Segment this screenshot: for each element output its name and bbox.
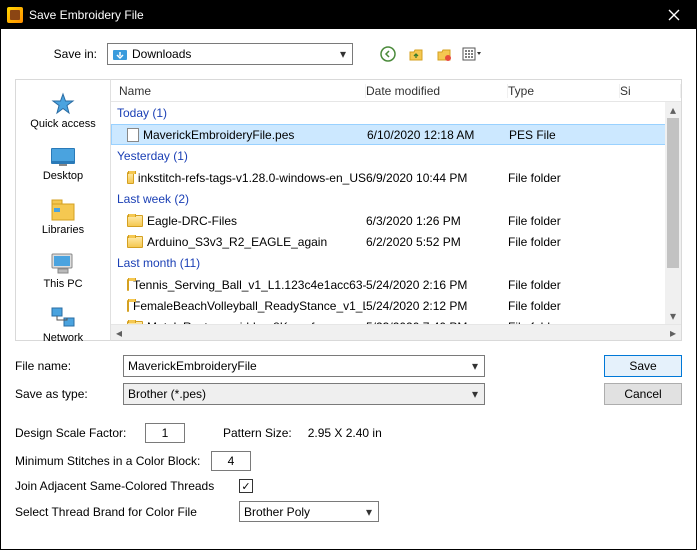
header-type[interactable]: Type [508, 84, 620, 98]
view-menu-button[interactable] [461, 43, 483, 65]
header-name[interactable]: Name [111, 84, 366, 98]
downloads-icon [112, 46, 128, 62]
folder-icon [127, 300, 129, 312]
scroll-up-button[interactable]: ▴ [665, 102, 681, 118]
places-sidebar: Quick access Desktop Libraries This PC N… [15, 79, 111, 341]
save-in-value: Downloads [132, 47, 334, 61]
join-threads-label: Join Adjacent Same-Colored Threads [15, 479, 229, 493]
chevron-down-icon[interactable]: ▾ [466, 387, 484, 401]
vertical-scrollbar[interactable]: ▴ ▾ [665, 102, 681, 324]
file-name: MaverickEmbroideryFile.pes [143, 128, 294, 142]
pattern-size-value: 2.95 X 2.40 in [308, 426, 382, 440]
file-row[interactable]: inkstitch-refs-tags-v1.28.0-windows-en_U… [111, 167, 681, 188]
folder-icon [127, 172, 134, 184]
file-type: File folder [508, 299, 620, 313]
file-date: 6/2/2020 5:52 PM [366, 235, 508, 249]
savetype-label: Save as type: [15, 387, 115, 401]
file-type: File folder [508, 278, 620, 292]
file-date: 5/23/2020 7:40 PM [366, 320, 508, 325]
app-icon [7, 7, 23, 23]
header-date[interactable]: Date modified [366, 84, 508, 98]
back-button[interactable] [377, 43, 399, 65]
filename-input[interactable]: MaverickEmbroideryFile ▾ [123, 355, 485, 377]
sidebar-item-this-pc[interactable]: This PC [43, 248, 82, 294]
file-row[interactable]: Metal_Rusty_ucujddrn_8K_surface_ms 5/23/2… [111, 316, 681, 324]
min-stitches-input[interactable] [211, 451, 251, 471]
column-headers[interactable]: Name Date modified Type Si [111, 80, 681, 102]
savetype-dropdown[interactable]: Brother (*.pes) ▾ [123, 383, 485, 405]
star-icon [49, 92, 77, 116]
file-type: File folder [508, 214, 620, 228]
file-row[interactable]: Arduino_S3v3_R2_EAGLE_again 6/2/2020 5:52… [111, 231, 681, 252]
file-name: Tennis_Serving_Ball_v1_L1.123c4e1acc63-f… [133, 278, 366, 292]
file-type: File folder [508, 235, 620, 249]
scroll-right-button[interactable]: ▸ [665, 326, 681, 340]
file-name: Metal_Rusty_ucujddrn_8K_surface_ms [147, 320, 356, 325]
cancel-button[interactable]: Cancel [604, 383, 682, 405]
file-row[interactable]: Tennis_Serving_Ball_v1_L1.123c4e1acc63-f… [111, 274, 681, 295]
scale-factor-label: Design Scale Factor: [15, 426, 135, 440]
file-type: File folder [508, 171, 620, 185]
chevron-down-icon[interactable]: ▾ [466, 359, 484, 373]
folder-icon [127, 321, 143, 325]
desktop-icon [49, 146, 77, 168]
save-in-dropdown[interactable]: Downloads ▾ [107, 43, 353, 65]
save-in-label: Save in: [15, 47, 97, 61]
filename-label: File name: [15, 359, 115, 373]
sidebar-item-network[interactable]: Network [43, 302, 83, 348]
file-name: inkstitch-refs-tags-v1.28.0-windows-en_U… [138, 171, 366, 185]
window-title: Save Embroidery File [29, 8, 652, 22]
file-type: File folder [508, 320, 620, 325]
file-name: FemaleBeachVolleyball_ReadyStance_v1_L1.… [133, 299, 366, 313]
up-button[interactable] [405, 43, 427, 65]
thread-brand-label: Select Thread Brand for Color File [15, 505, 229, 519]
file-name: Eagle-DRC-Files [147, 214, 237, 228]
new-folder-button[interactable] [433, 43, 455, 65]
file-row[interactable]: MaverickEmbroideryFile.pes 6/10/2020 12:1… [111, 124, 681, 145]
folder-icon [127, 236, 143, 248]
file-icon [127, 128, 139, 142]
header-size[interactable]: Si [620, 84, 681, 98]
file-row[interactable]: FemaleBeachVolleyball_ReadyStance_v1_L1.… [111, 295, 681, 316]
file-date: 5/24/2020 2:16 PM [366, 278, 508, 292]
network-icon [49, 306, 77, 330]
file-type: PES File [509, 128, 621, 142]
scroll-left-button[interactable]: ◂ [111, 326, 127, 340]
group-header[interactable]: Last month (11) [111, 252, 681, 274]
chevron-down-icon: ▾ [334, 47, 352, 61]
pc-icon [49, 252, 77, 276]
close-button[interactable] [652, 1, 696, 29]
scroll-thumb[interactable] [667, 118, 679, 268]
file-list-panel: Name Date modified Type Si Today (1)Mave… [111, 79, 682, 341]
min-stitches-label: Minimum Stitches in a Color Block: [15, 454, 201, 468]
save-button[interactable]: Save [604, 355, 682, 377]
file-name: Arduino_S3v3_R2_EAGLE_again [147, 235, 327, 249]
file-date: 6/10/2020 12:18 AM [367, 128, 509, 142]
sidebar-item-quick-access[interactable]: Quick access [30, 88, 95, 134]
folder-icon [127, 279, 129, 291]
title-bar: Save Embroidery File [1, 1, 696, 29]
file-date: 6/3/2020 1:26 PM [366, 214, 508, 228]
file-date: 5/24/2020 2:12 PM [366, 299, 508, 313]
sidebar-item-desktop[interactable]: Desktop [43, 142, 83, 186]
pattern-size-label: Pattern Size: [223, 426, 292, 440]
sidebar-item-libraries[interactable]: Libraries [42, 194, 84, 240]
chevron-down-icon[interactable]: ▾ [360, 505, 378, 519]
file-row[interactable]: Eagle-DRC-Files 6/3/2020 1:26 PMFile fold… [111, 210, 681, 231]
group-header[interactable]: Yesterday (1) [111, 145, 681, 167]
scale-factor-input[interactable] [145, 423, 185, 443]
scroll-down-button[interactable]: ▾ [665, 308, 681, 324]
file-date: 6/9/2020 10:44 PM [366, 171, 508, 185]
folder-icon [127, 215, 143, 227]
horizontal-scrollbar[interactable]: ◂ ▸ [111, 324, 681, 340]
thread-brand-dropdown[interactable]: Brother Poly ▾ [239, 501, 379, 522]
group-header[interactable]: Today (1) [111, 102, 681, 124]
join-threads-checkbox[interactable] [239, 479, 253, 493]
libraries-icon [50, 198, 76, 222]
group-header[interactable]: Last week (2) [111, 188, 681, 210]
